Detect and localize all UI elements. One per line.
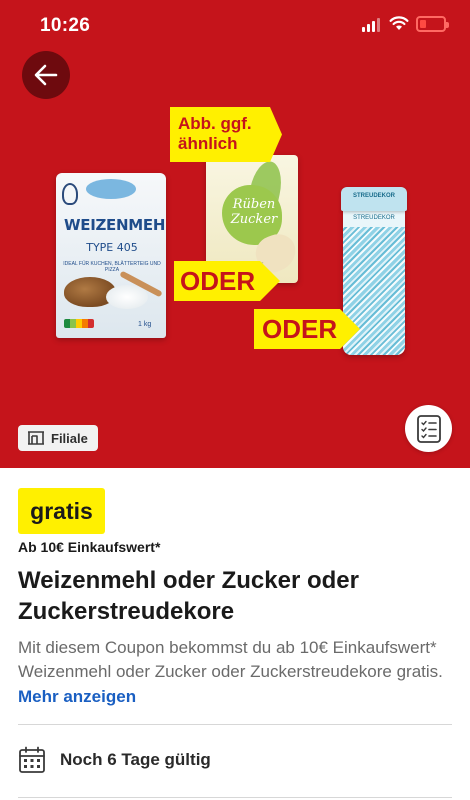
sugar-product-name: Rüben Zucker — [230, 197, 278, 227]
calendar-icon — [19, 746, 45, 773]
nutri-score-label — [64, 319, 94, 328]
flour-product-subtitle: IDEAL FÜR KUCHEN, BLÄTTERTEIG UND PIZZA — [63, 261, 161, 273]
coupon-description: Mit diesem Coupon bekommst du ab 10€ Ein… — [18, 638, 443, 681]
product-flour-image: WEIZENMEHL TYPE 405 IDEAL FÜR KUCHEN, BL… — [56, 173, 166, 338]
store-chip: Filiale — [18, 425, 98, 451]
back-button[interactable] — [22, 51, 70, 99]
battery-low-icon — [416, 16, 449, 32]
flour-product-name: WEIZENMEHL — [64, 216, 166, 234]
validity-text: Noch 6 Tage gültig — [60, 750, 211, 769]
sprinkle-cap-label: STREUDEKOR — [352, 193, 395, 199]
or-tag-1: ODER — [174, 261, 280, 301]
flour-pile-picture — [106, 285, 148, 309]
sprinkle-band-label: STREUDEKOR — [343, 209, 405, 227]
brand-logo — [86, 179, 136, 199]
validity-row: Noch 6 Tage gültig — [18, 746, 211, 774]
whisk-icon — [62, 183, 78, 205]
divider — [18, 724, 452, 725]
coupon-title: Weizenmehl oder Zucker oder Zuckerstreud… — [18, 567, 359, 625]
flour-product-type: TYPE 405 — [86, 241, 138, 254]
coupon-condition: Ab 10€ Einkaufswert* — [18, 539, 161, 555]
sprinkle-cap — [341, 187, 407, 211]
similar-image-tag: Abb. ggf. ähnlich — [170, 107, 282, 162]
status-time: 10:26 — [40, 15, 91, 36]
shopping-list-button[interactable] — [405, 405, 452, 452]
wifi-icon — [389, 16, 409, 30]
price-badge: gratis — [18, 488, 105, 534]
arrow-left-icon — [34, 64, 58, 86]
show-more-link[interactable]: Mehr anzeigen — [18, 687, 136, 707]
or-tag-2: ODER — [254, 309, 360, 349]
hero-image: 10:26 WEIZENMEHL TYPE 405 IDEAL FÜR KUCH… — [0, 0, 470, 468]
signal-icon — [362, 18, 382, 32]
store-chip-label: Filiale — [51, 430, 88, 446]
flour-weight: 1 kg — [138, 321, 152, 328]
store-icon — [28, 431, 44, 445]
status-bar: 10:26 — [0, 0, 470, 50]
divider — [18, 797, 452, 798]
checklist-icon — [416, 414, 441, 443]
